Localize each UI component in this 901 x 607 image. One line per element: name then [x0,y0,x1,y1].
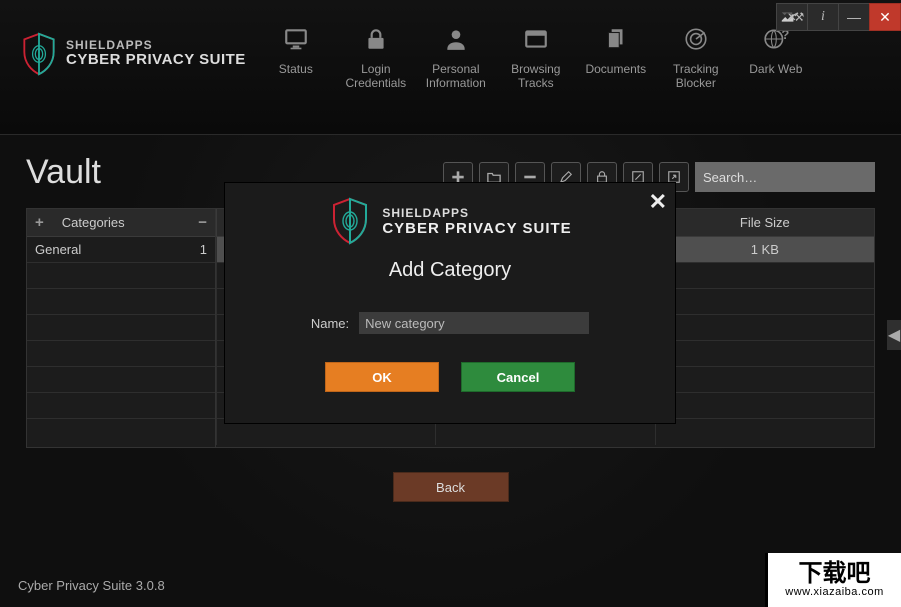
watermark: 下载吧 www.xiazaiba.com [765,553,901,607]
nav-personal-information[interactable]: Personal Information [416,18,496,91]
app-header: SHIELDAPPS CYBER PRIVACY SUITE Status Lo… [0,0,901,135]
info-button[interactable]: i [807,3,839,31]
category-row-empty [27,263,215,289]
app-logo: SHIELDAPPS CYBER PRIVACY SUITE [20,32,246,76]
back-button[interactable]: Back [393,472,509,502]
search-input[interactable] [695,162,875,192]
categories-panel: + Categories − General 1 [26,208,216,448]
radar-icon [682,26,710,52]
settings-button[interactable]: ✕ ⚒ [776,3,808,31]
category-name-input[interactable] [359,312,589,334]
category-row-empty [27,315,215,341]
close-button[interactable]: ✕ [869,3,901,31]
category-row-empty [27,419,215,445]
category-row[interactable]: General 1 [27,237,215,263]
col-size[interactable]: File Size [655,209,874,237]
categories-header: Categories [62,215,125,230]
dialog-close-button[interactable]: ✕ [649,189,667,215]
documents-icon [602,26,630,52]
dialog-logo: SHIELDAPPS CYBER PRIVACY SUITE [225,197,675,245]
category-row-empty [27,367,215,393]
monitor-icon [282,26,310,52]
category-row-empty [27,289,215,315]
nav-browsing-tracks[interactable]: Browsing Tracks [496,18,576,91]
brand-line2: CYBER PRIVACY SUITE [66,52,246,69]
ok-button[interactable]: OK [325,362,439,392]
version-label: Cyber Privacy Suite 3.0.8 [18,578,165,593]
nav-documents[interactable]: Documents [576,18,656,91]
dialog-title: Add Category [225,259,675,282]
nav-status[interactable]: Status [256,18,336,91]
category-row-empty [27,393,215,419]
lock-icon [362,26,390,52]
minimize-button[interactable]: — [838,3,870,31]
person-icon [442,26,470,52]
add-category-dialog: ✕ SHIELDAPPS CYBER PRIVACY SUITE Add Cat… [225,183,675,423]
category-add-button[interactable]: + [35,214,44,231]
side-panel-toggle[interactable]: ◀ [887,320,901,350]
nav-login-credentials[interactable]: Login Credentials [336,18,416,91]
window-icon [522,26,550,52]
cancel-button[interactable]: Cancel [461,362,575,392]
page-title: Vault [26,153,101,192]
name-label: Name: [311,316,349,331]
category-row-empty [27,341,215,367]
category-remove-button[interactable]: − [198,214,207,231]
nav-tracking-blocker[interactable]: Tracking Blocker [656,18,736,91]
